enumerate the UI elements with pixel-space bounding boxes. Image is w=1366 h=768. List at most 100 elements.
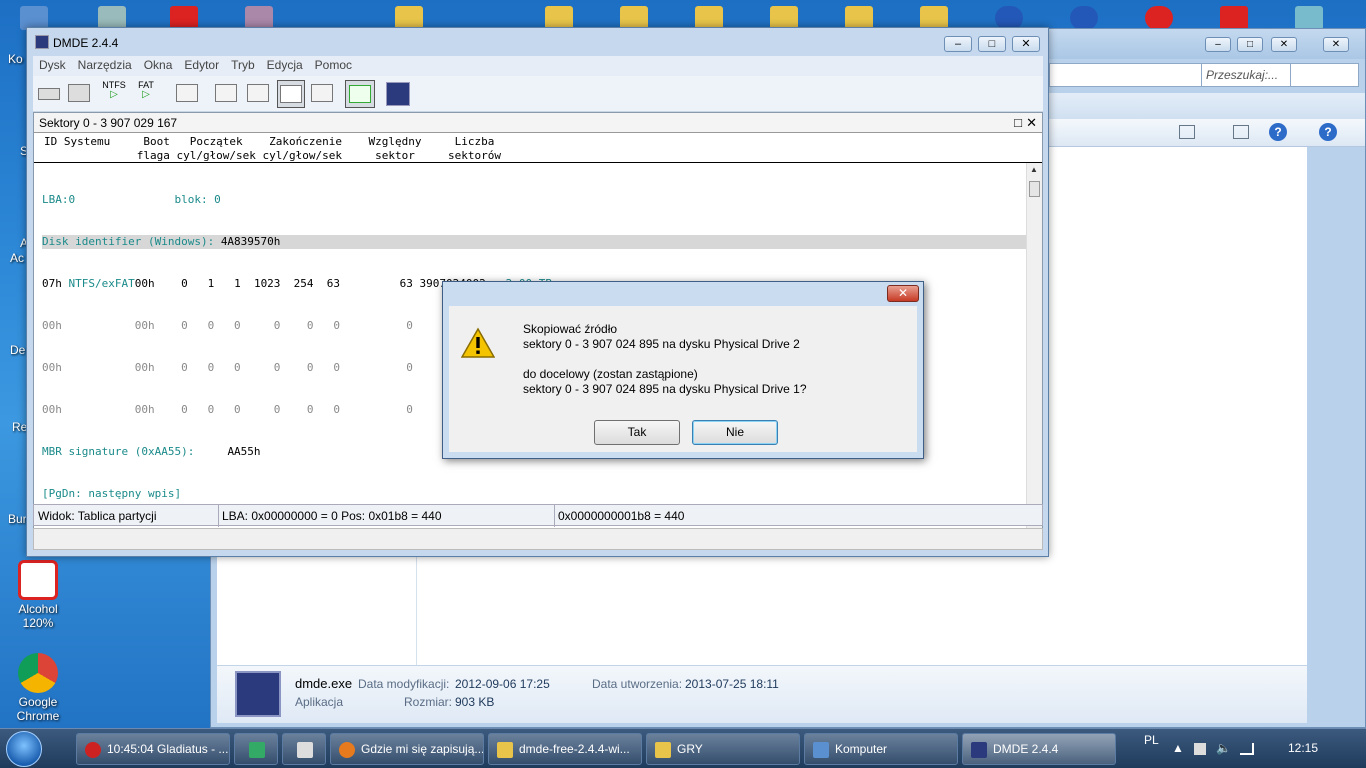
dmde-app-icon [971,742,987,758]
minimize-button[interactable]: – [1205,37,1231,52]
copy-sectors-button[interactable] [345,80,375,108]
modified-label: Data modyfikacji: [358,677,450,691]
list-view-button[interactable] [245,80,271,108]
column-header-line2: flaga cyl/głow/sek cyl/głow/sek sektor s… [44,149,501,162]
menu-edytor[interactable]: Edytor [178,56,225,72]
file-name: dmde.exe [295,676,353,691]
menu-tryb[interactable]: Tryb [225,56,261,72]
tree-view-button[interactable] [213,80,239,108]
menu-pomoc[interactable]: Pomoc [309,56,358,72]
modified-value: 2012-09-06 17:25 [455,677,550,691]
ntfs-search-button[interactable]: NTFS ▷ [99,80,129,108]
table-view-button[interactable] [277,80,305,108]
dialog-close-button[interactable]: ✕ [887,285,919,302]
scroll-thumb[interactable] [1029,181,1040,197]
scroll-up-arrow[interactable]: ▲ [1030,165,1038,174]
list-icon [247,84,269,102]
motorola-icon[interactable] [1070,6,1098,30]
bottom-bar [33,528,1043,550]
status-view: Widok: Tablica partycji [38,509,157,523]
taskbar-item-folder-gry[interactable]: GRY [646,733,800,765]
column-header: ID Systemu Boot Początek Zakończenie Wzg… [34,133,1042,163]
warning-icon [461,327,495,358]
close-button-2[interactable]: ✕ [1323,37,1349,52]
taskbar-item-firefox[interactable]: Gdzie mi się zapisują... [330,733,484,765]
dmde-app-icon [35,35,49,49]
taskbar-item-app[interactable] [234,733,278,765]
app-icon[interactable] [1295,6,1323,30]
minimize-button[interactable]: – [944,36,972,52]
next-entry-hint[interactable]: [PgDn: następny wpis] [42,487,1042,501]
close-button[interactable]: ✕ [1012,36,1040,52]
details-pane: dmde.exe Aplikacja Data modyfikacji: 201… [217,665,1307,723]
drive-icon [38,88,60,100]
no-button[interactable]: Nie [692,420,778,445]
taskbar-item-label: Gdzie mi się zapisują... [361,742,484,756]
menu-dysk[interactable]: Dysk [33,56,72,72]
maximize-button[interactable]: □ [978,36,1006,52]
folder-icon [497,742,513,758]
menu-narzedzia[interactable]: Narzędzia [72,56,138,72]
desktop-icon-label: 120% [22,616,54,630]
vertical-scrollbar[interactable]: ▲ ▼ [1026,163,1042,529]
disk-id-row: Disk identifier (Windows): 4A839570h [42,235,1042,249]
taskbar-item-calculator[interactable] [282,733,326,765]
mbr-signature-value: AA55h [227,445,261,458]
taskbar-item-komputer[interactable]: Komputer [804,733,958,765]
select-drive-button[interactable] [37,80,61,108]
new-button[interactable] [175,80,199,108]
desktop-icon-label: Chrome [16,709,60,723]
desktop-icon-label: Google [18,695,58,709]
menu-edycja[interactable]: Edycja [261,56,309,72]
help-icon[interactable]: ? [1269,123,1287,141]
help-icon-2[interactable]: ? [1319,123,1337,141]
volume-icon[interactable]: 🔈 [1216,741,1231,755]
language-indicator[interactable]: PL [1144,733,1159,747]
yes-button[interactable]: Tak [594,420,680,445]
window-title: DMDE 2.4.4 [35,35,118,50]
preview-pane-icon[interactable] [1233,125,1249,139]
tray-arrow-icon[interactable]: ▲ [1172,741,1184,755]
desktop-label[interactable]: Bur [8,512,27,526]
dialog-body: Skopiować źródło sektory 0 - 3 907 024 8… [449,306,917,452]
taskbar-item-dmde[interactable]: DMDE 2.4.4 [962,733,1116,765]
status-separator [218,505,219,527]
panel-close-icon[interactable]: ✕ [1026,115,1037,131]
desktop-icon-chrome[interactable]: Google Chrome [8,653,68,723]
partition-fs: NTFS/exFAT [68,277,135,290]
taskbar-item-folder-dmde[interactable]: dmde-free-2.4.4-wi... [488,733,642,765]
app-icon[interactable] [1220,6,1248,30]
panel-maximize-icon[interactable]: □ [1014,115,1022,130]
dmde-logo-button[interactable] [385,80,411,108]
panel-title: Sektory 0 - 3 907 029 167 [34,113,1042,133]
desktop-label[interactable]: Ko [8,52,23,66]
clock[interactable]: 12:15 [1288,741,1318,755]
app-icon [249,742,265,758]
fat-search-button[interactable]: FAT ▷ [133,80,159,108]
close-button[interactable]: ✕ [1271,37,1297,52]
desktop-label[interactable]: Ac [10,251,24,265]
desktop-label[interactable]: De [10,343,25,357]
partitions-button[interactable] [67,80,91,108]
copy-icon [349,85,371,103]
opera-icon [85,742,101,758]
tree-icon [215,84,237,102]
network-icon[interactable] [1240,743,1254,755]
disk-id-label: Disk identifier (Windows): [42,235,221,248]
status-bar: Widok: Tablica partycji LBA: 0x00000000 … [33,504,1043,527]
alcohol-icon [18,560,58,600]
find-button[interactable] [309,80,335,108]
menu-bar: Dysk Narzędzia Okna Edytor Tryb Edycja Pomoc [33,56,1043,76]
new-icon [176,84,198,102]
dmde-file-icon [235,671,281,717]
maximize-button[interactable]: □ [1237,37,1263,52]
motorola-icon[interactable] [1145,6,1173,30]
flag-icon[interactable] [1194,743,1206,755]
search-input[interactable]: Przeszukaj:... [1201,63,1291,87]
view-options-icon[interactable] [1179,125,1195,139]
taskbar-item-gladiatus[interactable]: 10:45:04 Gladiatus - ... [76,733,230,765]
menu-okna[interactable]: Okna [138,56,179,72]
status-offset: 0x0000000001b8 = 440 [558,509,685,523]
start-button[interactable] [6,731,42,767]
desktop-icon-alcohol[interactable]: Alcohol 120% [8,560,68,630]
